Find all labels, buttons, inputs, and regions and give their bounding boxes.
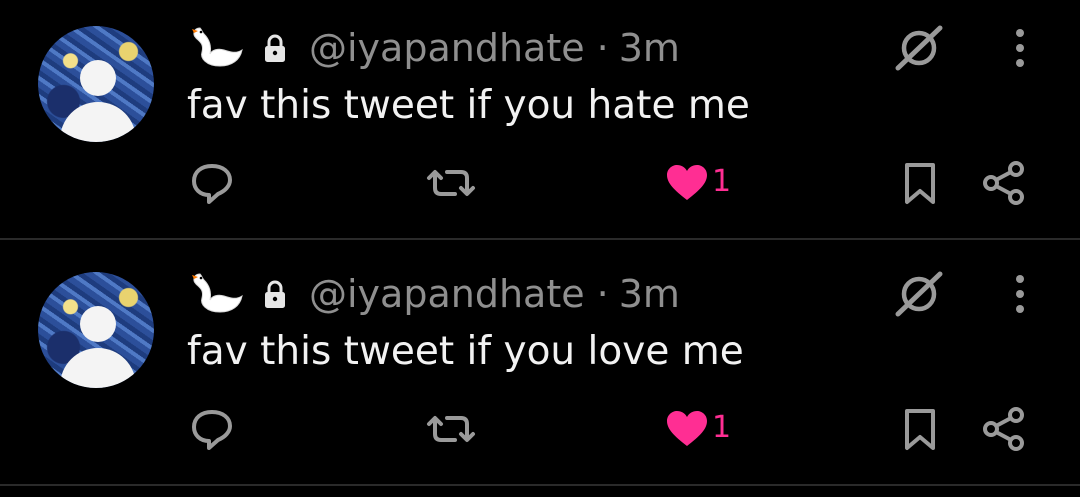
heart-icon <box>667 165 707 200</box>
slashed-circle-icon[interactable] <box>888 20 950 76</box>
like-count: 1 <box>712 164 732 199</box>
avatar[interactable] <box>38 26 154 142</box>
vertical-ellipsis-icon[interactable] <box>1008 272 1032 318</box>
retweet-button[interactable] <box>421 158 481 208</box>
retweet-icon <box>427 170 475 196</box>
share-icon <box>983 161 1024 205</box>
reply-button[interactable] <box>188 158 236 208</box>
bookmark-button[interactable] <box>900 158 940 208</box>
avatar-body-shape <box>60 102 136 142</box>
reply-button[interactable] <box>188 404 236 454</box>
share-button[interactable] <box>980 158 1028 208</box>
user-handle[interactable]: @iyapandhate <box>309 272 585 316</box>
vertical-ellipsis-icon[interactable] <box>1008 26 1032 72</box>
avatar-body-shape <box>60 348 136 388</box>
bookmark-button[interactable] <box>900 404 940 454</box>
tweet-divider <box>0 238 1080 240</box>
tweet[interactable]: @iyapandhate · 3m fav this tweet if you lo… <box>0 246 1080 486</box>
retweet-icon <box>427 416 475 442</box>
bookmark-icon <box>905 163 935 204</box>
avatar[interactable] <box>38 272 154 388</box>
action-bar: 1 <box>0 158 1080 208</box>
lock-icon <box>265 280 285 308</box>
like-count: 1 <box>712 410 732 445</box>
slashed-circle-icon[interactable] <box>888 266 950 322</box>
bookmark-icon <box>905 409 935 450</box>
timestamp[interactable]: 3m <box>619 272 680 316</box>
reply-bubble-icon <box>192 164 232 204</box>
avatar-head-shape <box>80 306 116 342</box>
swan-emoji-icon <box>192 27 243 67</box>
like-button[interactable]: 1 <box>664 158 734 208</box>
share-icon <box>983 407 1024 451</box>
tweet-meta: @iyapandhate · 3m <box>309 24 680 72</box>
tweet-meta: @iyapandhate · 3m <box>309 270 680 318</box>
tweet-text: fav this tweet if you love me <box>187 329 744 374</box>
action-bar: 1 <box>0 404 1080 454</box>
share-button[interactable] <box>980 404 1028 454</box>
user-handle[interactable]: @iyapandhate <box>309 26 585 70</box>
tweet-divider <box>0 484 1080 486</box>
retweet-button[interactable] <box>421 404 481 454</box>
timestamp[interactable]: 3m <box>619 26 680 70</box>
tweet-text: fav this tweet if you hate me <box>187 83 750 128</box>
swan-emoji-icon <box>192 273 243 313</box>
lock-icon <box>265 34 285 62</box>
like-button[interactable]: 1 <box>664 404 734 454</box>
meta-separator: · <box>596 272 609 316</box>
meta-separator: · <box>596 26 609 70</box>
heart-icon <box>667 411 707 446</box>
avatar-head-shape <box>80 60 116 96</box>
reply-bubble-icon <box>192 410 232 450</box>
tweet[interactable]: @iyapandhate · 3m fav this tweet if you ha… <box>0 0 1080 240</box>
